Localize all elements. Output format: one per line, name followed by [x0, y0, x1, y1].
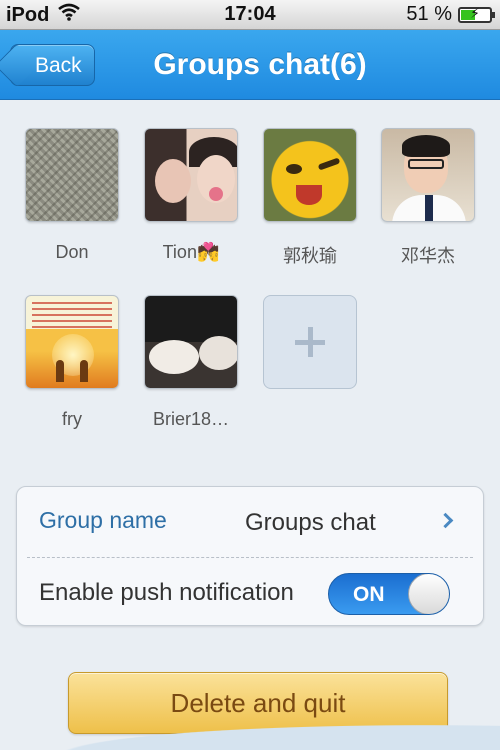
member-item[interactable]: Brier18… — [136, 295, 246, 430]
member-name: Don — [55, 242, 89, 262]
member-item[interactable]: 邓华杰 — [373, 128, 483, 268]
avatar[interactable] — [25, 128, 119, 222]
group-name-label: Group name — [39, 507, 167, 533]
member-name: Brier18… — [152, 409, 230, 429]
member-item[interactable]: Tion💏 — [136, 128, 246, 263]
avatar[interactable] — [25, 295, 119, 389]
back-button-label: Back — [35, 54, 82, 77]
member-item[interactable]: fry — [17, 295, 127, 430]
avatar[interactable] — [263, 128, 357, 222]
status-right: 51 % ⚡ — [406, 3, 495, 26]
avatar[interactable] — [144, 128, 238, 222]
charging-icon: ⚡ — [470, 4, 480, 21]
member-name: fry — [62, 409, 82, 429]
avatar[interactable] — [381, 128, 475, 222]
background-decoration — [0, 720, 500, 750]
member-name: 郭秋瑜 — [283, 246, 337, 266]
toggle-knob[interactable] — [408, 574, 449, 614]
battery-icon: ⚡ — [458, 4, 495, 23]
push-notification-label: Enable push notification — [39, 579, 294, 606]
toggle-state: ON — [353, 583, 385, 606]
navigation-bar: Back Groups chat(6) — [0, 30, 500, 100]
member-name: 邓华杰 — [401, 246, 455, 266]
push-notification-row: Enable push notification ON — [17, 559, 483, 629]
group-name-row[interactable]: Group name Groups chat — [17, 487, 483, 557]
divider — [27, 557, 473, 558]
push-notification-toggle[interactable]: ON — [328, 573, 450, 615]
battery-percentage: 51 % — [406, 3, 452, 25]
back-button[interactable]: Back — [10, 44, 95, 86]
page-title: Groups chat(6) — [153, 48, 367, 81]
member-item[interactable]: Don — [17, 128, 127, 263]
avatar[interactable] — [144, 295, 238, 389]
member-name: Tion💏 — [162, 242, 220, 262]
add-member-button[interactable] — [263, 295, 357, 389]
group-name-value: Groups chat — [245, 509, 376, 536]
member-item[interactable]: 郭秋瑜 — [255, 128, 365, 268]
chevron-right-icon — [437, 512, 454, 529]
settings-group: Group name Groups chat Enable push notif… — [16, 486, 484, 626]
members-grid: Don Tion💏 郭秋瑜 邓华杰 fry Brier18… — [0, 100, 500, 440]
status-bar: iPod 17:04 51 % ⚡ — [0, 0, 500, 30]
